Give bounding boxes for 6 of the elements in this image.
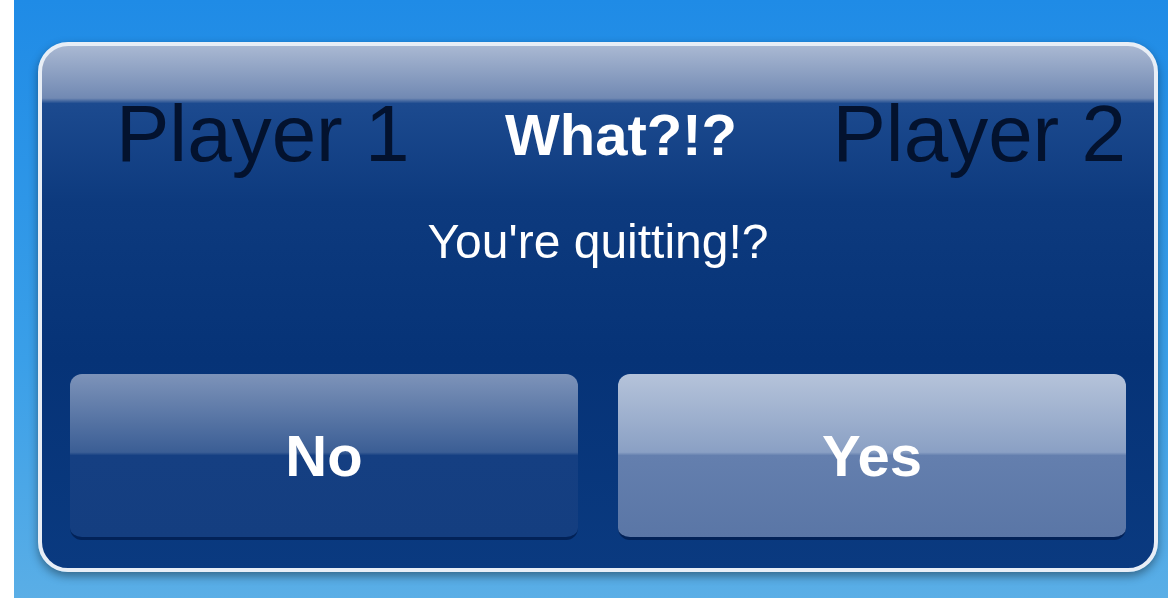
player-label: Player 2 <box>832 88 1126 180</box>
alert-title: What?!? <box>505 100 737 168</box>
no-button[interactable]: No <box>70 374 578 540</box>
alert-message: You're quitting!? <box>427 214 769 269</box>
player-label: Player 1 <box>116 88 410 180</box>
yes-button[interactable]: Yes <box>618 374 1126 540</box>
